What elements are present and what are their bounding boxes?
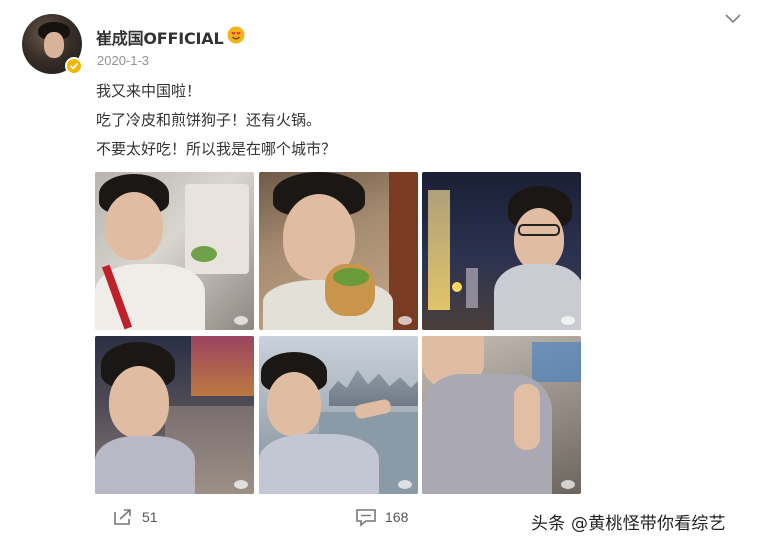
photo-tile[interactable] — [422, 336, 581, 494]
photo-tile[interactable] — [95, 336, 254, 494]
food-dish — [191, 246, 217, 262]
face-shape — [105, 192, 163, 260]
post-text-line: 不要太好吃！所以我是在哪个城市？ — [96, 140, 337, 158]
thumb-hand-shape — [514, 384, 540, 450]
watermark-icon — [398, 316, 412, 325]
chevron-down-icon[interactable] — [724, 12, 742, 26]
clothing-shape — [95, 436, 195, 494]
face-shape — [514, 208, 564, 270]
table-area — [185, 184, 249, 274]
comment-icon — [356, 509, 376, 527]
photo-grid — [95, 172, 581, 494]
watermark-icon — [234, 316, 248, 325]
avatar-face — [44, 32, 64, 58]
building-shape — [466, 268, 478, 308]
post-text-line: 吃了冷皮和煎饼狗子！还有火锅。 — [96, 111, 322, 129]
city-light — [452, 282, 462, 292]
post-text-line: 我又来中国啦！ — [96, 82, 202, 100]
source-watermark: 头条 @黄桃怪带你看综艺 — [531, 514, 726, 534]
post-date[interactable]: 2020-1-3 — [97, 53, 149, 68]
clothing-shape — [259, 434, 379, 494]
glasses-shape — [518, 224, 560, 236]
shop-sign — [532, 342, 581, 382]
photo-tile[interactable] — [259, 336, 418, 494]
food-lettuce — [333, 268, 369, 286]
photo-tile[interactable] — [422, 172, 581, 330]
weibo-post-card: 崔成国OFFICIAL 2020-1-3 我又来中国啦！ 吃了冷皮和煎饼狗子！还… — [0, 0, 768, 546]
watermark-icon — [398, 480, 412, 489]
watermark-icon — [234, 480, 248, 489]
shop-signs — [191, 336, 254, 396]
photo-tile[interactable] — [259, 172, 418, 330]
watermark-icon — [561, 480, 575, 489]
tower-shape — [428, 190, 450, 310]
wall-panel — [389, 172, 418, 330]
repost-count: 51 — [142, 509, 158, 525]
photo-tile[interactable] — [95, 172, 254, 330]
comment-count: 168 — [385, 509, 409, 525]
watermark-icon — [561, 316, 575, 325]
face-shape — [267, 372, 321, 436]
verified-icon — [65, 57, 83, 75]
face-shape — [109, 366, 169, 438]
repost-button[interactable]: 51 — [112, 507, 158, 527]
repost-icon — [114, 509, 131, 525]
comment-button[interactable]: 168 — [355, 507, 408, 527]
username[interactable]: 崔成国OFFICIAL — [96, 25, 224, 49]
emoji-badge-icon — [227, 26, 245, 44]
